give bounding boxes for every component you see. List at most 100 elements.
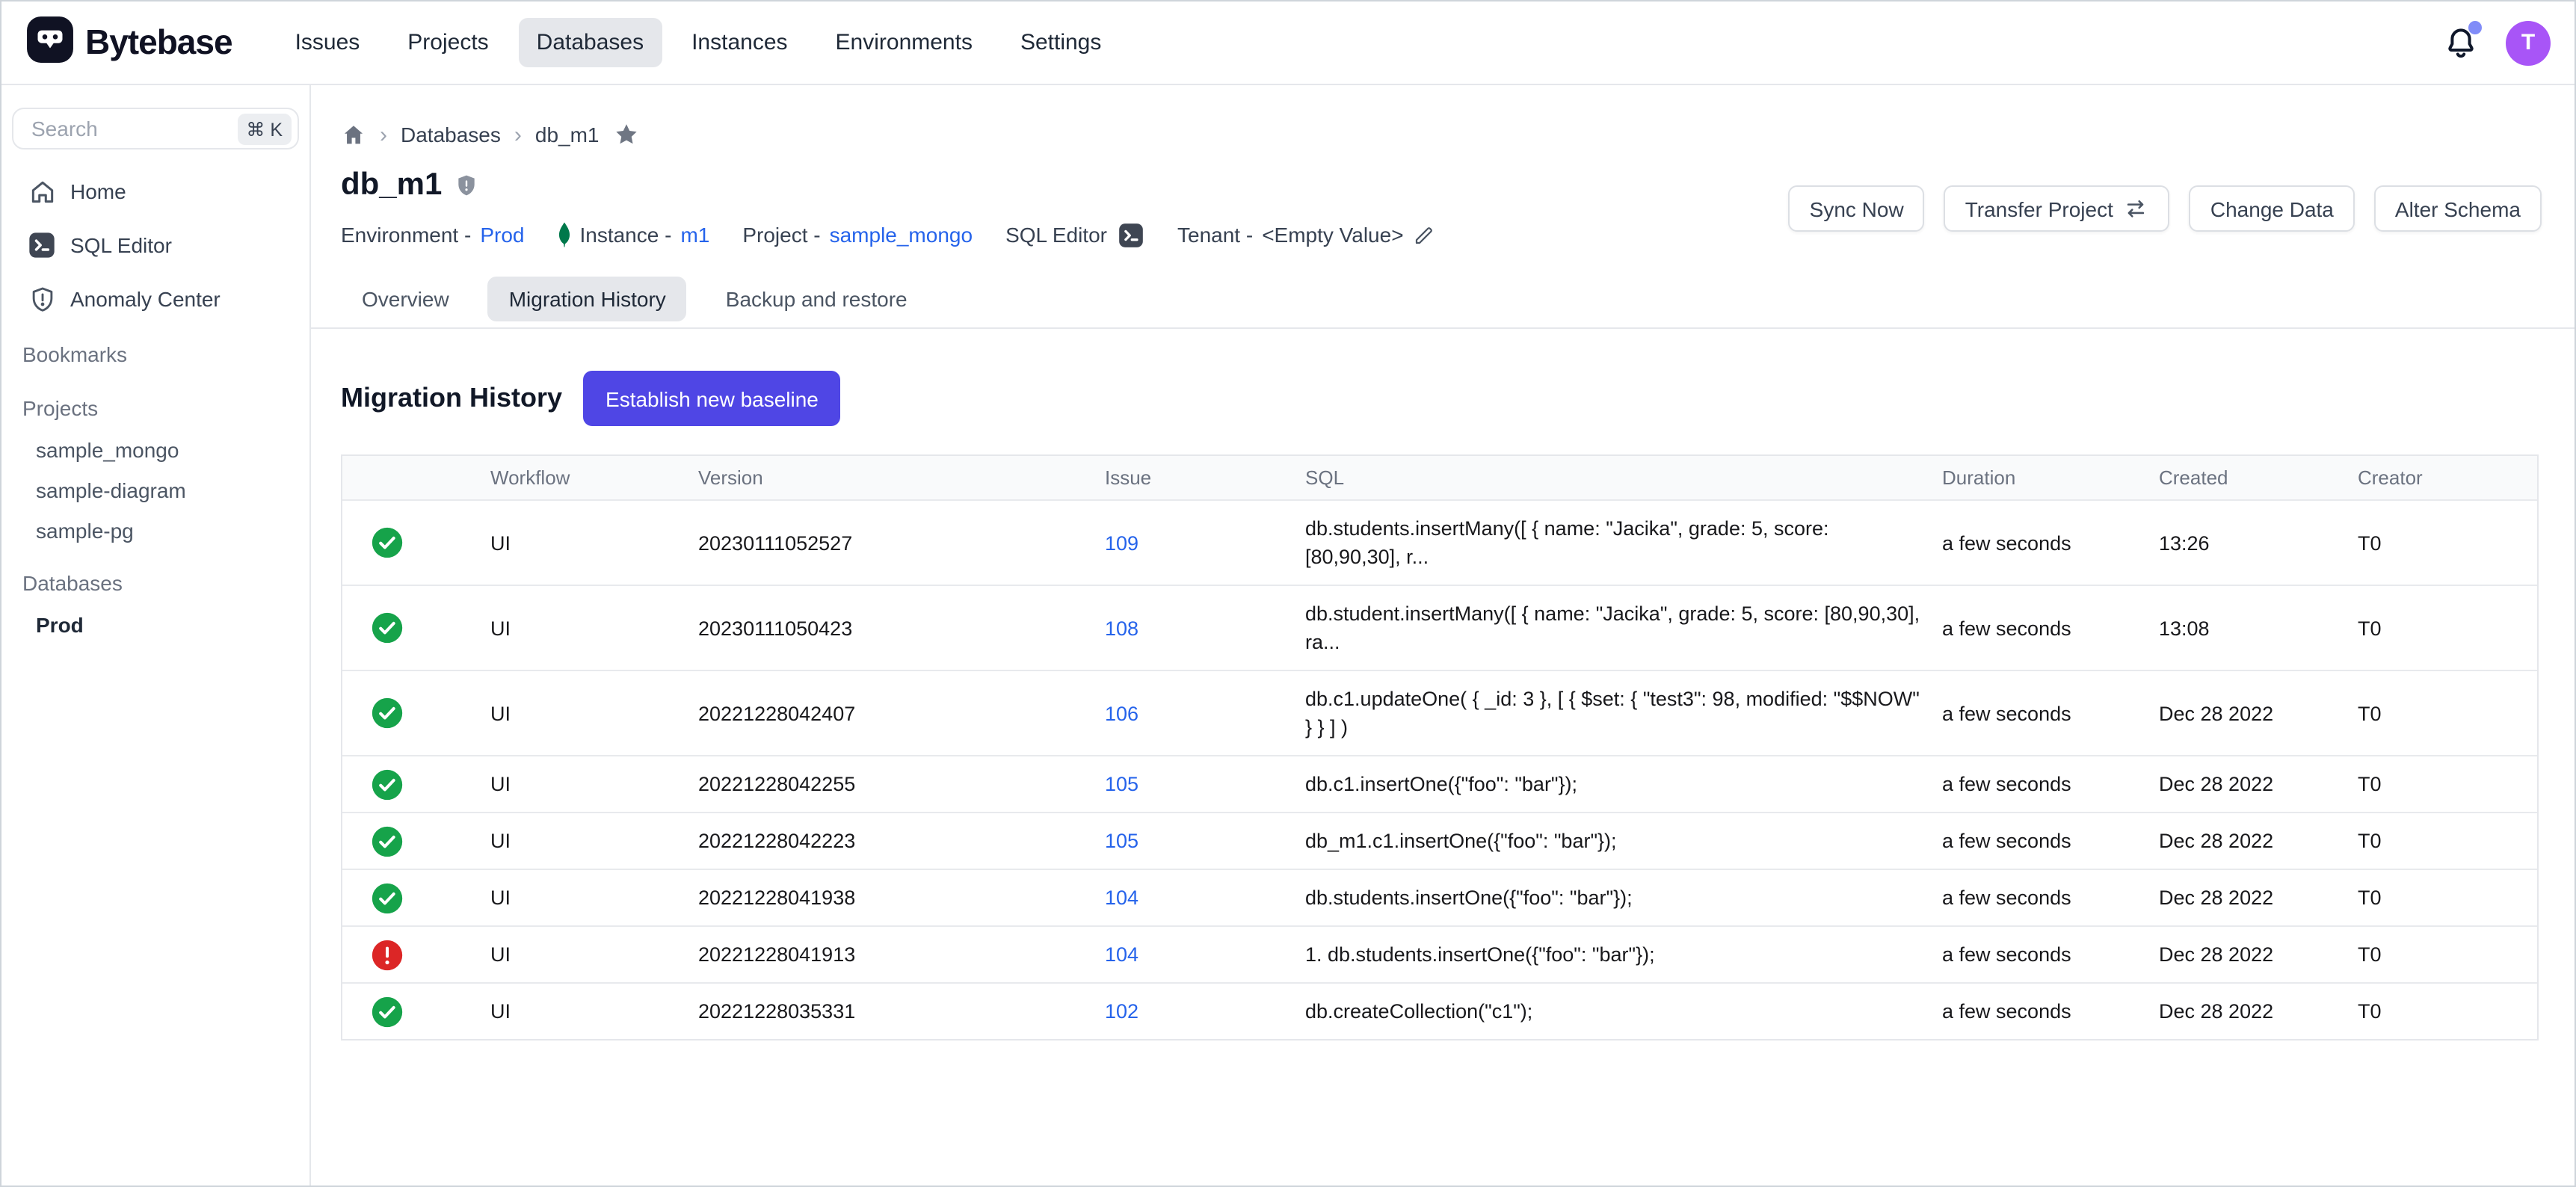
tenant-label: Tenant - [1177, 223, 1253, 247]
column-header-workflow: Workflow [490, 466, 698, 489]
issue-link[interactable]: 104 [1105, 887, 1138, 909]
sidebar-item-label: Anomaly Center [70, 287, 221, 311]
success-icon [371, 768, 404, 801]
issue-link[interactable]: 105 [1105, 773, 1138, 795]
nav-item-databases[interactable]: Databases [519, 18, 662, 67]
issue-link[interactable]: 109 [1105, 531, 1138, 554]
instance-label: Instance - [579, 223, 671, 247]
creator-cell: T0 [2358, 702, 2540, 724]
sidebar-item-sample-diagram[interactable]: sample-diagram [1, 469, 309, 510]
workflow-cell: UI [490, 702, 698, 724]
home-breadcrumb-icon[interactable] [341, 122, 366, 147]
sidebar-item-label: Home [70, 179, 126, 203]
content-head: Migration History Establish new baseline [341, 371, 2545, 426]
nav-item-instances[interactable]: Instances [674, 18, 805, 67]
nav-item-settings[interactable]: Settings [1002, 18, 1119, 67]
version-cell: 20221228042223 [698, 830, 1105, 852]
breadcrumb-separator: › [514, 122, 522, 147]
breadcrumb-item-db-m1[interactable]: db_m1 [535, 123, 600, 147]
workflow-cell: UI [490, 617, 698, 639]
table-row[interactable]: UI20221228042223105db_m1.c1.insertOne({"… [342, 812, 2537, 869]
edit-pencil-icon[interactable] [1413, 223, 1435, 246]
sidebar-item-sample-pg[interactable]: sample-pg [1, 510, 309, 550]
alter-schema-button[interactable]: Alter Schema [2374, 185, 2542, 232]
table-row[interactable]: UI20221228042255105db.c1.insertOne({"foo… [342, 755, 2537, 812]
breadcrumb-item-databases[interactable]: Databases [401, 123, 501, 147]
main-content: › Databases › db_m1 db_m1 [311, 85, 2575, 1186]
success-icon [371, 824, 404, 857]
app-window: Bytebase IssuesProjectsDatabasesInstance… [0, 0, 2576, 1187]
column-header-issue: Issue [1105, 466, 1305, 489]
workflow-cell: UI [490, 773, 698, 795]
sidebar-item-sample-mongo[interactable]: sample_mongo [1, 429, 309, 469]
success-icon [371, 611, 404, 644]
sql-cell: db.c1.updateOne( { _id: 3 }, [ { $set: {… [1305, 671, 1942, 755]
version-cell: 20230111050423 [698, 617, 1105, 639]
sql-cell: db.student.insertMany([ { name: "Jacika"… [1305, 586, 1942, 670]
bookmark-star-icon[interactable] [613, 121, 640, 148]
notifications-bell-icon[interactable] [2443, 25, 2479, 61]
issue-link[interactable]: 108 [1105, 617, 1138, 639]
establish-baseline-button[interactable]: Establish new baseline [583, 371, 841, 426]
issue-link[interactable]: 106 [1105, 702, 1138, 724]
table-row[interactable]: UI20221228042407106 db.c1.updateOne( { _i… [342, 670, 2537, 755]
created-cell: Dec 28 2022 [2159, 887, 2358, 909]
sidebar-section-bookmarks: Bookmarks [1, 332, 309, 375]
tab-migration-history[interactable]: Migration History [488, 277, 687, 321]
sql-editor-label: SQL Editor [1005, 223, 1107, 247]
version-cell: 20221228042255 [698, 773, 1105, 795]
sidebar-item-anomaly-center[interactable]: Anomaly Center [1, 278, 309, 320]
project-link[interactable]: sample_mongo [830, 223, 973, 247]
column-header-duration: Duration [1942, 466, 2159, 489]
tab-overview[interactable]: Overview [341, 277, 470, 321]
sidebar-item-home[interactable]: Home [1, 170, 309, 212]
created-cell: Dec 28 2022 [2159, 830, 2358, 852]
sidebar-item-sql-editor[interactable]: SQL Editor [1, 224, 309, 266]
sidebar-sections: Bookmarks Projectssample_mongosample-diag… [1, 332, 309, 644]
table-row[interactable]: UI20221228035331102db.createCollection("… [342, 982, 2537, 1039]
sql-cell: db.createCollection("c1"); [1305, 984, 1942, 1039]
transfer-project-button[interactable]: Transfer Project [1944, 185, 2170, 232]
avatar[interactable]: T [2506, 20, 2551, 65]
brand[interactable]: Bytebase [25, 14, 232, 71]
table-row[interactable]: UI20221228041938104db.students.insertOne… [342, 869, 2537, 925]
issue-link[interactable]: 104 [1105, 943, 1138, 966]
meta-sql-editor[interactable]: SQL Editor [1005, 221, 1144, 249]
notification-badge [2468, 20, 2482, 34]
meta-project: Project - sample_mongo [742, 223, 973, 247]
sidebar-item-prod[interactable]: Prod [1, 604, 309, 644]
issue-cell: 104 [1105, 887, 1305, 909]
success-icon [371, 526, 404, 559]
search-input[interactable] [28, 115, 237, 142]
sidebar-section-header: Bookmarks [1, 332, 309, 375]
instance-link[interactable]: m1 [680, 223, 709, 247]
table-row[interactable]: UI202212280419131041. db.students.insert… [342, 925, 2537, 982]
nav-item-issues[interactable]: Issues [277, 18, 378, 67]
issue-link[interactable]: 105 [1105, 830, 1138, 852]
status-cell [342, 938, 490, 971]
environment-link[interactable]: Prod [480, 223, 524, 247]
created-cell: 13:08 [2159, 617, 2358, 639]
sync-now-button[interactable]: Sync Now [1789, 185, 1925, 232]
bytebase-logo-icon [25, 14, 75, 71]
workflow-cell: UI [490, 1000, 698, 1023]
duration-cell: a few seconds [1942, 943, 2159, 966]
nav-item-projects[interactable]: Projects [389, 18, 506, 67]
issue-cell: 108 [1105, 617, 1305, 639]
sidebar-section-databases: DatabasesProd [1, 561, 309, 644]
meta-tenant: Tenant - <Empty Value> [1177, 223, 1435, 247]
nav-item-environments[interactable]: Environments [818, 18, 990, 67]
change-data-button[interactable]: Change Data [2190, 185, 2355, 232]
issue-link[interactable]: 102 [1105, 1000, 1138, 1023]
nav-right: T [2443, 20, 2551, 65]
creator-cell: T0 [2358, 943, 2540, 966]
table-row[interactable]: UI20230111052527109db.students.insertMan… [342, 499, 2537, 585]
sidebar: ⌘ K HomeSQL EditorAnomaly Center Bookmar… [1, 85, 311, 1186]
sql-cell: db.students.insertOne({"foo": "bar"}); [1305, 870, 1942, 925]
table-row[interactable]: UI20230111050423108 db.student.insertMany… [342, 585, 2537, 670]
version-cell: 20221228042407 [698, 702, 1105, 724]
tab-backup-and-restore[interactable]: Backup and restore [705, 277, 928, 321]
sidebar-section-projects: Projectssample_mongosample-diagramsample… [1, 386, 309, 550]
sidebar-section-header: Databases [1, 561, 309, 604]
meta-environment: Environment - Prod [341, 223, 524, 247]
